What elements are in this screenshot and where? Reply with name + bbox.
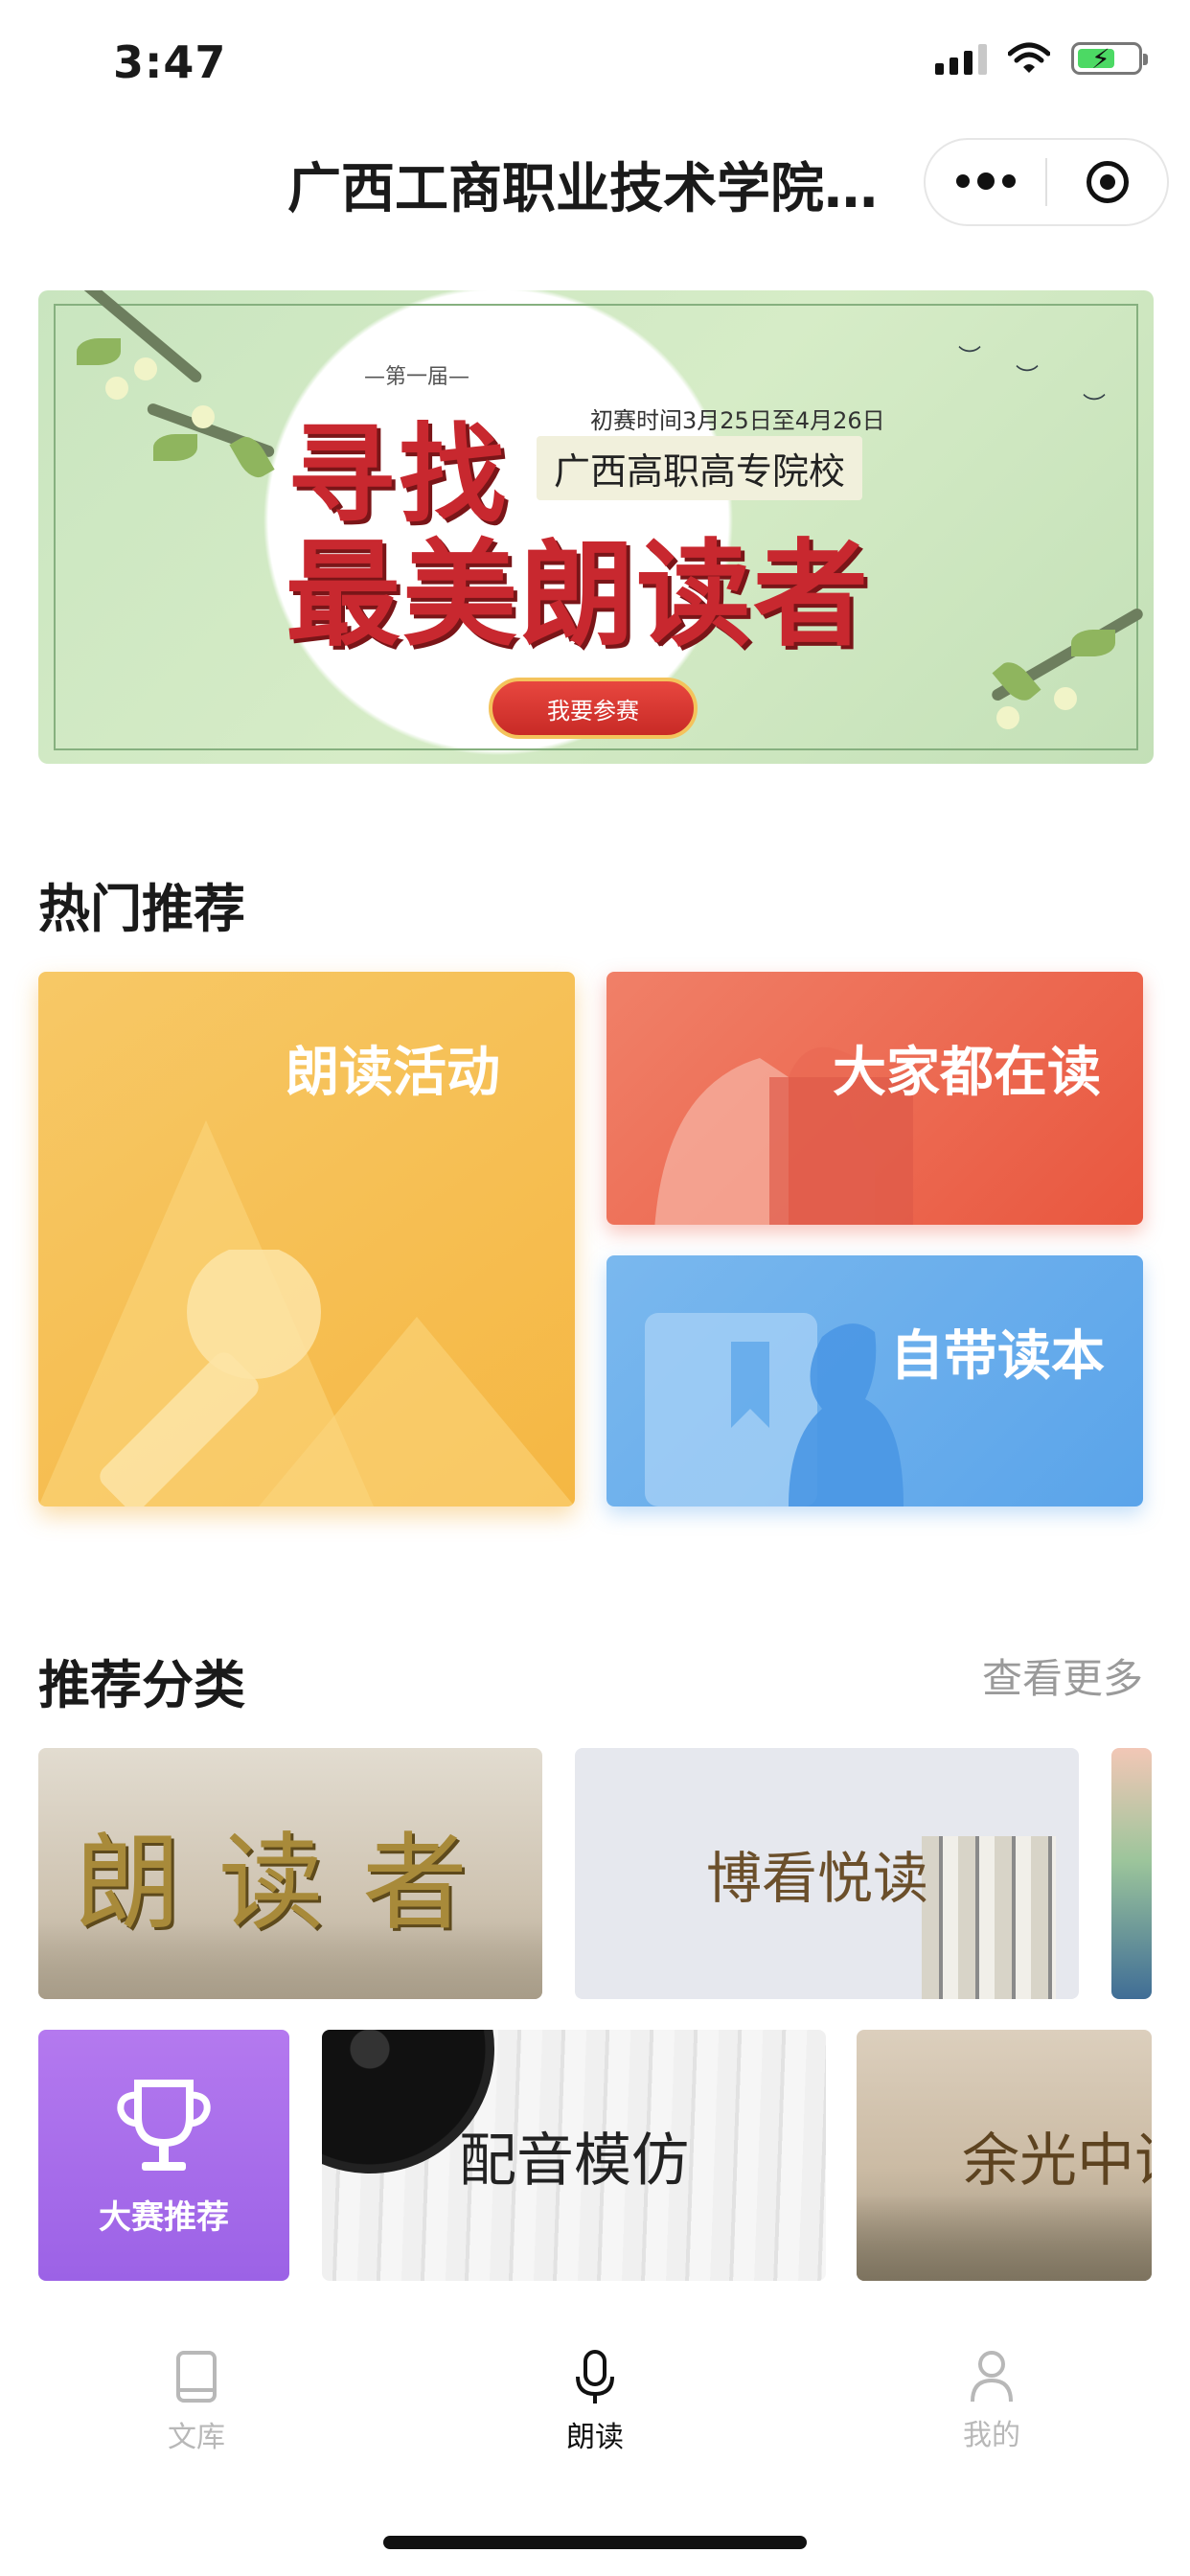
category-tile-contest[interactable]: 大赛推荐 [38,2030,289,2281]
books-decoration [922,1836,1056,1999]
card-label: 大家都在读 [833,1042,1101,1104]
microphone-icon [576,2350,614,2404]
own-book-card[interactable]: 自带读本 [606,1255,1143,1506]
more-options-button[interactable] [926,140,1045,224]
everyone-reading-card[interactable]: 大家都在读 [606,972,1143,1225]
bird-icon: ︶ [1083,392,1106,419]
tab-label: 朗读 [566,2421,624,2454]
status-time: 3:47 [113,36,227,88]
microphone-icon [100,1250,321,1506]
tab-library[interactable]: 文库 [134,2350,259,2465]
join-contest-button[interactable]: 我要参赛 [489,678,698,739]
banner-dates: 初赛时间3月25日至4月26日 [590,407,885,434]
banner-title-line2: 最美朗读者 [286,529,870,662]
tile-label: 配音模仿 [459,2127,689,2195]
page-title: 广西工商职业技术学院… [287,158,878,220]
trophy-icon [117,2079,211,2171]
branch-decoration-right [904,572,1154,764]
tab-mine[interactable]: 我的 [929,2350,1054,2465]
bird-icon: ︶ [1016,363,1039,390]
categories-section-title: 推荐分类 [38,1655,245,1715]
bookmark-person-icon [645,1313,904,1506]
close-mini-program-button[interactable] [1047,140,1167,224]
tab-label: 文库 [168,2421,225,2454]
card-label: 朗读活动 [286,1042,500,1104]
tile-label: 余光中诗 [962,2127,1152,2195]
bird-icon: ︶ [958,344,981,371]
category-tile-reader[interactable]: 朗读者 [38,1748,542,1999]
hot-section-title: 热门推荐 [38,879,245,939]
tab-label: 我的 [963,2419,1020,2452]
more-dots-icon [955,172,1016,190]
banner-edition: —第一届— [364,365,470,389]
category-tile-partial[interactable] [1111,1748,1152,1999]
category-tile-yuguangzhong[interactable]: 余光中诗 [857,2030,1152,2281]
target-icon [1086,161,1129,203]
wifi-icon [1008,42,1050,73]
branch-decoration-left [38,290,326,578]
tab-reading[interactable]: 朗读 [533,2350,657,2465]
banner-school: 广西高职高专院校 [537,436,863,500]
card-label: 自带读本 [890,1325,1105,1388]
mini-program-capsule [924,138,1169,226]
tile-label: 大赛推荐 [99,2197,229,2237]
category-tile-boka[interactable]: 博看悦读 [575,1748,1079,1999]
book-icon [176,2351,217,2403]
tile-label: 朗读者 [75,1822,506,1944]
status-icons: ⚡ [935,42,1148,75]
see-more-link[interactable]: 查看更多 [982,1646,1143,1705]
tile-label: 博看悦读 [705,1846,928,1911]
reading-activity-card[interactable]: 朗读活动 [38,972,575,1506]
battery-icon: ⚡ [1071,42,1148,75]
person-icon [971,2351,1013,2403]
home-indicator[interactable] [383,2536,807,2549]
cellular-signal-icon [935,42,987,75]
category-tile-dubbing[interactable]: 配音模仿 [322,2030,826,2281]
contest-banner[interactable]: ︶ ︶ ︶ —第一届— 初赛时间3月25日至4月26日 广西高职高专院校 寻找 … [38,290,1154,764]
